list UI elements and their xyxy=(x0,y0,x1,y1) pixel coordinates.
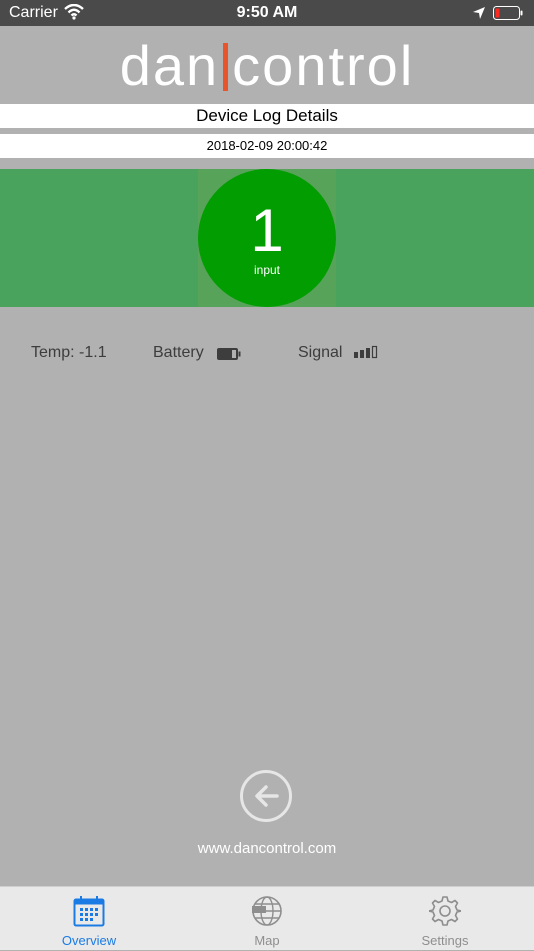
gear-icon xyxy=(429,896,461,926)
logo-text-left: dan xyxy=(119,34,220,97)
input-label: input xyxy=(253,263,281,277)
location-arrow-icon xyxy=(472,6,486,25)
signal-label: Signal xyxy=(298,344,343,361)
status-bar: Carrier 9:50 AM xyxy=(0,0,534,26)
tab-settings-label: Settings xyxy=(421,933,469,948)
tab-bar: Overview Map Settings xyxy=(0,886,534,950)
logo-accent-bar xyxy=(223,43,229,91)
back-button[interactable] xyxy=(240,770,292,822)
tab-map-label: Map xyxy=(254,933,280,948)
page-title: Device Log Details xyxy=(0,104,534,128)
back-arrow-icon xyxy=(255,785,279,807)
dancontrol-logo: dan control xyxy=(0,34,534,98)
tab-settings[interactable]: Settings xyxy=(356,887,534,951)
globe-icon xyxy=(252,896,282,926)
logo-text-right: control xyxy=(232,34,415,97)
battery-label: Battery xyxy=(153,344,204,361)
signal-strength-icon xyxy=(354,345,380,364)
website-link[interactable]: www.dancontrol.com xyxy=(0,840,534,857)
tab-overview-label: Overview xyxy=(61,933,117,948)
temperature-reading: Temp: -1.1 xyxy=(31,344,107,361)
input-indicator: 1 input xyxy=(198,169,336,307)
tab-overview[interactable]: Overview xyxy=(0,887,178,951)
calendar-icon xyxy=(73,896,105,927)
status-battery-icon xyxy=(493,6,523,20)
logo-area: dan control xyxy=(0,26,534,104)
tab-map[interactable]: Map xyxy=(178,887,356,951)
status-time: 9:50 AM xyxy=(236,4,298,21)
device-battery-icon xyxy=(217,347,241,365)
input-count: 1 xyxy=(250,197,284,264)
log-datetime: 2018-02-09 20:00:42 xyxy=(0,134,534,158)
